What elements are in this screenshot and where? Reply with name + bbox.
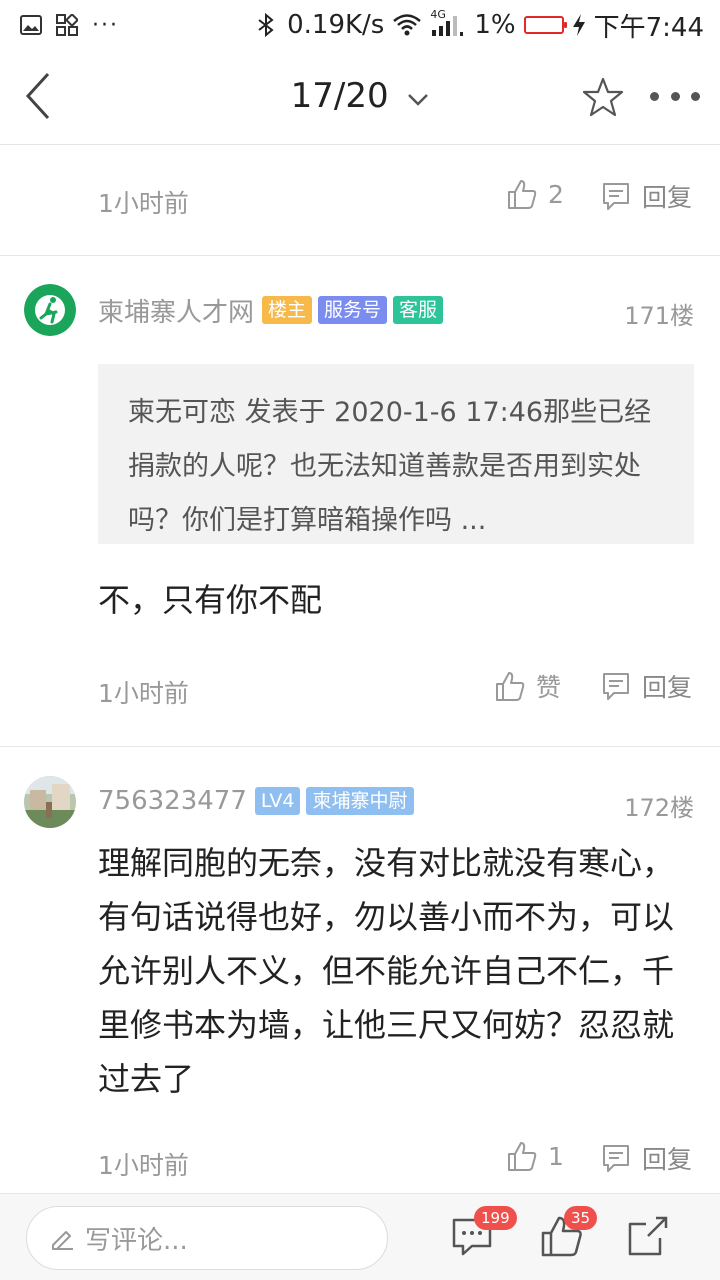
divider [0,255,720,256]
service-badge: 服务号 [318,296,388,324]
post-time: 1小时前 [98,189,189,218]
reply-label: 回复 [642,183,693,212]
author-row: 756323477 LV4 柬埔寨中尉 [98,781,414,821]
like-count: 1 [548,1141,564,1171]
like-count: 2 [548,179,564,209]
post-content: 理解同胞的无奈，没有对比就没有寒心，有句话说得也好，勿以善小而不为，可以允许别人… [98,844,675,1098]
avatar[interactable] [24,776,76,828]
comment-icon [603,673,629,700]
more-options-button[interactable] [650,86,700,106]
user-avatar-photo-icon [24,776,76,828]
post-footer: 1小时前 1 回复 [0,1130,720,1190]
pencil-icon [52,1231,73,1250]
post-time: 1小时前 [98,1151,189,1180]
post-content: 不，只有你不配 [98,581,323,619]
floor-number: 171楼 [624,302,694,330]
reply-button[interactable]: 回复 [600,1140,692,1176]
network-speed: 0.19K/s [287,10,385,40]
rank-badge: 柬埔寨中尉 [306,787,414,815]
prev-post-footer: 1小时前 2 回复 [0,168,720,228]
battery-percent: 1% [474,10,516,40]
thumbs-up-icon [508,180,537,209]
avatar[interactable] [24,284,76,336]
post-footer: 1小时前 赞 回复 [0,658,720,718]
level-badge: LV4 [254,787,301,815]
chevron-down-icon [407,76,429,116]
thumbs-up-icon [508,1142,537,1171]
reply-label: 回复 [642,1145,693,1174]
share-icon [628,1216,668,1256]
page-indicator: 17/20 [290,75,389,116]
like-count-badge: 35 [564,1206,598,1230]
more-dot-icon [691,91,700,101]
apps-icon [56,14,78,36]
status-bar: ··· 0.19K/s 4G 1% 下午7:44 [0,0,720,50]
op-badge: 楼主 [262,296,313,324]
charging-icon [572,13,586,37]
bluetooth-icon [253,12,279,38]
share-button[interactable] [626,1214,670,1258]
like-button[interactable]: 2 [506,178,564,210]
comment-count-badge: 199 [474,1206,517,1230]
like-button[interactable]: 赞 [494,668,561,704]
network-type: 4G [430,8,446,21]
reply-button[interactable]: 回复 [600,668,692,704]
reply-label: 回复 [642,673,693,702]
post-time: 1小时前 [98,679,189,708]
like-button[interactable]: 1 [506,1140,564,1172]
author-name[interactable]: 756323477 [98,786,247,816]
clock: 下午7:44 [593,12,704,43]
star-icon [582,77,624,117]
comment-icon [603,1145,629,1172]
divider [0,746,720,747]
nav-bar: 17/20 [0,50,720,145]
reply-button[interactable]: 回复 [600,178,692,214]
favorite-button[interactable] [582,76,624,118]
comment-placeholder: 写评论... [85,1225,188,1256]
support-badge: 客服 [393,296,444,324]
more-notifications-icon: ··· [92,12,119,38]
comment-input[interactable]: 写评论... [26,1206,388,1270]
author-row: 柬埔寨人才网 楼主 服务号 客服 [98,290,444,330]
more-dot-icon [650,91,659,101]
battery-icon [523,16,567,34]
talent-network-logo-icon [24,284,76,336]
cellular-signal-icon: 4G [430,8,466,38]
floor-number: 172楼 [624,794,694,822]
quoted-post[interactable]: 柬无可恋 发表于 2020-1-6 17:46那些已经捐款的人呢？也无法知道善款… [98,364,694,544]
more-dot-icon [670,91,680,101]
bottom-bar: 写评论... 199 35 [0,1193,720,1280]
comment-icon [603,183,629,210]
gallery-icon [20,15,42,35]
author-name[interactable]: 柬埔寨人才网 [98,292,254,329]
like-label: 赞 [536,673,562,702]
thumbs-up-icon [496,672,525,701]
wifi-icon [392,13,422,37]
